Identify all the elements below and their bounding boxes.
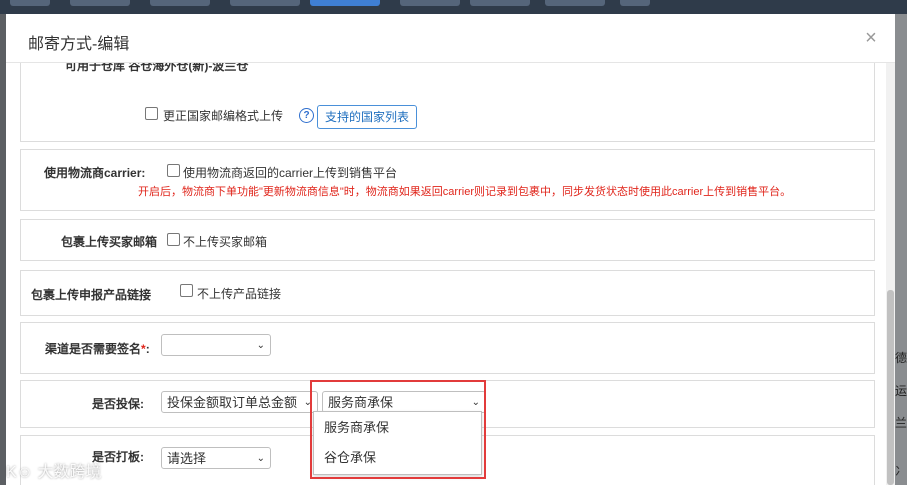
signature-label: 渠道是否需要签名*: <box>45 340 150 357</box>
supported-countries-button[interactable]: 支持的国家列表 <box>317 105 418 129</box>
nav-tab <box>10 0 50 6</box>
background-page: 德 运 兰 冫 <box>895 14 907 485</box>
question-circle-icon[interactable]: ? <box>299 108 314 123</box>
option-provider-insurance[interactable]: 服务商承保 <box>314 413 481 443</box>
insurance-amount-select[interactable]: 投保金额取订单总金额 ⌄ <box>161 391 318 413</box>
background-text: 兰 <box>895 416 907 430</box>
insurance-provider-dropdown: 服务商承保 谷仓承保 <box>313 411 482 475</box>
fix-postcode-label: 更正国家邮编格式上传 <box>163 109 284 123</box>
insurance-label: 是否投保: <box>92 397 144 411</box>
nav-tab <box>400 0 460 6</box>
carrier-note: 开启后，物流商下单功能"更新物流商信息"时，物流商如果返回carrier则记录到… <box>138 186 792 198</box>
use-carrier-label: 使用物流商返回的carrier上传到销售平台 <box>183 166 398 180</box>
signature-label-colon: : <box>145 342 150 356</box>
no-product-link-checkbox[interactable] <box>180 284 193 297</box>
insurance-provider-select[interactable]: 服务商承保 ⌄ <box>322 391 486 413</box>
chevron-down-icon: ⌄ <box>303 397 312 408</box>
signature-section: 渠道是否需要签名*: ⌄ <box>20 322 875 374</box>
scrollbar[interactable] <box>886 63 895 485</box>
buyer-email-section: 包裹上传买家邮箱 不上传买家邮箱 <box>20 219 875 261</box>
chevron-down-icon: ⌄ <box>256 340 265 351</box>
nav-tab <box>70 0 130 6</box>
warehouse-section: 可用于仓库 谷仓海外仓(新)-波兰仓 更正国家邮编格式上传 ? 支持的国家列表 <box>20 63 875 142</box>
no-product-link-label: 不上传产品链接 <box>197 287 282 301</box>
boarding-select-value: 请选择 <box>167 451 207 466</box>
modal-title: 邮寄方式-编辑 <box>28 36 130 53</box>
chevron-down-icon: ⌄ <box>256 453 265 464</box>
nav-tab <box>230 0 300 6</box>
scrollbar-thumb[interactable] <box>887 290 894 485</box>
product-link-section: 包裹上传申报产品链接 不上传产品链接 <box>20 270 875 316</box>
warehouse-info-text: 可用于仓库 谷仓海外仓(新)-波兰仓 <box>65 63 249 73</box>
fix-postcode-checkbox[interactable] <box>145 107 158 120</box>
watermark: K☺ 大数跨境 <box>6 458 101 482</box>
modal-header: 邮寄方式-编辑 × <box>6 14 895 63</box>
nav-tab <box>545 0 605 6</box>
signature-select[interactable]: ⌄ <box>161 334 271 356</box>
background-text: 德 <box>895 351 907 365</box>
insurance-provider-value: 服务商承保 <box>328 395 394 410</box>
no-buyer-email-label: 不上传买家邮箱 <box>183 235 268 249</box>
top-navigation <box>0 0 907 14</box>
use-carrier-checkbox[interactable] <box>167 164 180 177</box>
product-link-label: 包裹上传申报产品链接 <box>31 288 152 302</box>
carrier-section: 使用物流商carrier: 使用物流商返回的carrier上传到销售平台 开启后… <box>20 149 875 211</box>
watermark-text: 大数跨境 <box>37 464 102 481</box>
signature-label-text: 渠道是否需要签名 <box>45 342 142 356</box>
nav-tab <box>470 0 530 6</box>
background-text: 运 <box>895 384 907 398</box>
nav-tab-active <box>310 0 380 6</box>
nav-tab <box>150 0 210 6</box>
close-icon[interactable]: × <box>861 28 881 48</box>
carrier-label: 使用物流商carrier: <box>44 166 146 180</box>
insurance-amount-value: 投保金额取订单总金额 <box>167 395 298 410</box>
buyer-email-label: 包裹上传买家邮箱 <box>61 235 158 249</box>
boarding-select[interactable]: 请选择 ⌄ <box>161 447 271 469</box>
option-warehouse-insurance[interactable]: 谷仓承保 <box>314 443 481 473</box>
nav-tab <box>620 0 650 6</box>
watermark-logo: K☺ <box>6 464 34 481</box>
background-text: 冫 <box>895 464 907 478</box>
no-buyer-email-checkbox[interactable] <box>167 233 180 246</box>
